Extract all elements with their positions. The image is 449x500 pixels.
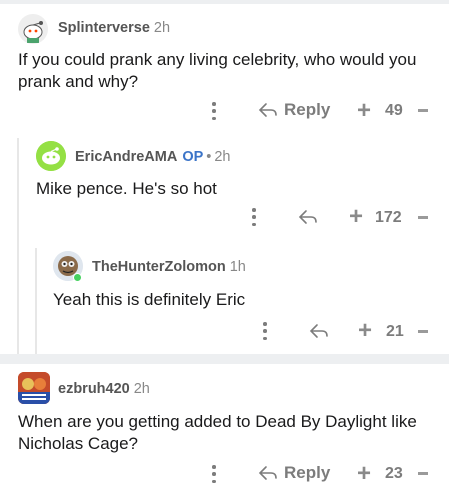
comment-body: If you could prank any living celebrity,…: [18, 50, 417, 91]
comment-body: Yeah this is definitely Eric: [53, 290, 246, 309]
username[interactable]: Splinterverse 2h: [58, 20, 170, 36]
reply-icon[interactable]: [309, 323, 329, 339]
avatar[interactable]: [36, 141, 66, 171]
snoo-avatar-icon: [36, 141, 66, 171]
downvote-icon[interactable]: [418, 109, 428, 112]
username[interactable]: TheHunterZolomon 1h: [92, 259, 246, 275]
online-status-indicator: [73, 273, 82, 282]
vote-count: 172: [375, 209, 402, 226]
comment-splinterverse: Splinterverse 2h If you could prank any l…: [0, 4, 449, 354]
timestamp: 2h: [214, 149, 231, 165]
upvote-icon[interactable]: +: [349, 205, 363, 229]
downvote-icon[interactable]: [418, 216, 428, 219]
avatar[interactable]: [18, 14, 48, 44]
reply-button[interactable]: Reply: [284, 100, 330, 120]
comment-body: Mike pence. He's so hot: [36, 179, 217, 198]
upvote-icon[interactable]: +: [358, 319, 372, 343]
vote-count: 23: [385, 465, 403, 482]
more-options-icon[interactable]: [208, 465, 220, 483]
downvote-icon[interactable]: [418, 472, 428, 475]
more-options-icon[interactable]: [259, 322, 271, 340]
comment-ezbruh420: ezbruh420 2h When are you getting added t…: [0, 364, 449, 500]
timestamp: 1h: [229, 259, 246, 275]
thread-line[interactable]: [35, 248, 37, 354]
upvote-icon[interactable]: +: [357, 99, 371, 123]
username[interactable]: EricAndreAMA OP • 2h: [75, 149, 231, 165]
op-badge: OP: [182, 149, 204, 165]
comment-body: When are you getting added to Dead By Da…: [18, 412, 417, 453]
upvote-icon[interactable]: +: [357, 462, 371, 486]
reply-icon[interactable]: [258, 102, 278, 118]
snoo-avatar-icon: [18, 14, 48, 44]
reply-icon[interactable]: [298, 209, 318, 225]
downvote-icon[interactable]: [418, 330, 428, 333]
more-options-icon[interactable]: [208, 102, 220, 120]
timestamp: 2h: [153, 20, 171, 36]
vote-count: 21: [386, 323, 404, 340]
username[interactable]: ezbruh420 2h: [58, 381, 150, 397]
timestamp: 2h: [133, 381, 150, 397]
more-options-icon[interactable]: [248, 208, 260, 226]
thread-line[interactable]: [17, 138, 19, 354]
vote-count: 49: [385, 102, 403, 119]
avatar[interactable]: [18, 372, 50, 404]
reply-button[interactable]: Reply: [284, 463, 330, 483]
separator-dot: •: [206, 149, 212, 165]
separator: [0, 354, 449, 364]
custom-avatar-icon: [18, 372, 50, 404]
reply-icon[interactable]: [258, 465, 278, 481]
